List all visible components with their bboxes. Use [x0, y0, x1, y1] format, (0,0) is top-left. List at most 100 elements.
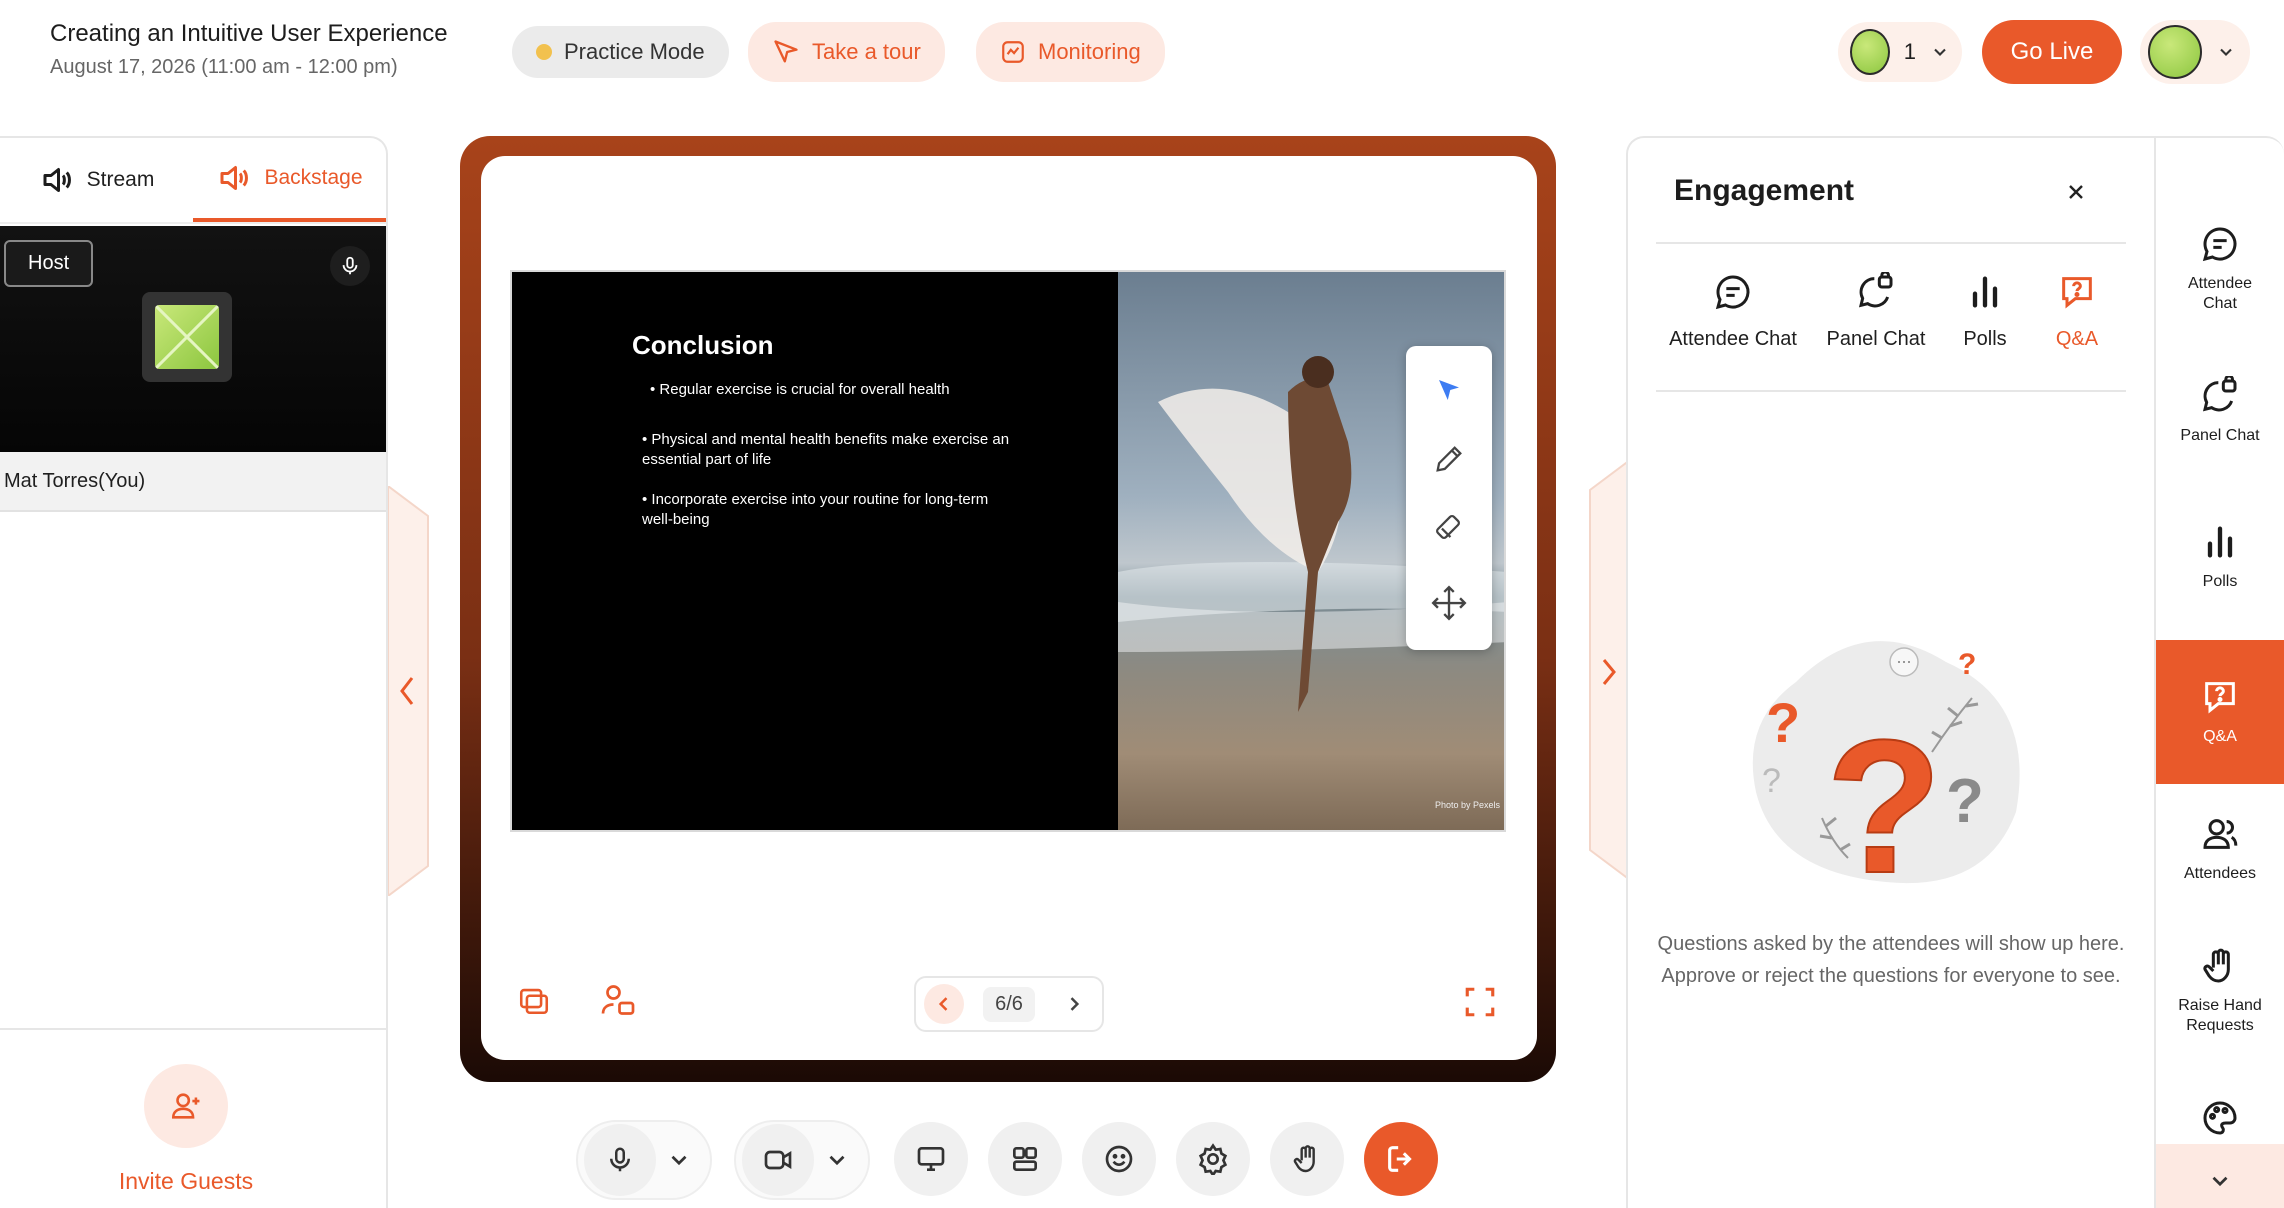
tab-backstage[interactable]: Backstage	[193, 138, 386, 222]
invite-guests-button[interactable]	[144, 1064, 228, 1148]
polls-icon	[2200, 522, 2240, 562]
monitoring-button[interactable]: Monitoring	[976, 22, 1165, 82]
rail-scroll-down[interactable]	[2156, 1144, 2284, 1208]
tab-backstage-label: Backstage	[264, 166, 363, 189]
cursor-arrow-icon	[772, 38, 800, 66]
qa-icon	[2200, 677, 2240, 717]
close-icon[interactable]	[2064, 180, 2088, 204]
emoji-button[interactable]	[1082, 1122, 1156, 1196]
pencil-icon[interactable]	[1432, 442, 1466, 476]
page-indicator: 6/6	[983, 986, 1035, 1022]
svg-text:?: ?	[1762, 762, 1781, 800]
collapse-right-handle[interactable]	[1588, 460, 1630, 880]
annotation-toolbar	[1406, 346, 1492, 650]
presentation-slide: Conclusion • Regular exercise is crucial…	[510, 270, 1506, 832]
mic-button[interactable]	[584, 1124, 656, 1196]
move-icon[interactable]	[1430, 584, 1468, 622]
monitoring-icon	[1000, 39, 1026, 65]
next-slide-button[interactable]	[1054, 984, 1094, 1024]
backstage-panel: Stream Backstage Host Mat Torres(You) In…	[0, 136, 388, 1208]
settings-button[interactable]	[1176, 1122, 1250, 1196]
rail-item-qa[interactable]: Q&A	[2156, 640, 2284, 784]
slide-bullet: • Regular exercise is crucial for overal…	[650, 381, 950, 398]
user-menu[interactable]	[2140, 20, 2250, 84]
questions-illustration: ? ? ? ? ?	[1736, 622, 2036, 902]
mic-icon[interactable]	[330, 246, 370, 286]
pointer-icon[interactable]	[1434, 375, 1464, 405]
chat-bubble-icon	[1713, 272, 1753, 312]
tab-polls-label: Polls	[1963, 328, 2007, 350]
panel-chat-icon	[1856, 272, 1896, 312]
rail-item-label: Panel Chat	[2180, 427, 2260, 444]
divider	[1656, 390, 2126, 392]
tab-panel-chat-label: Panel Chat	[1826, 328, 1926, 350]
rail-item-raise-hand[interactable]: Raise Hand Requests	[2156, 946, 2284, 1036]
tab-polls[interactable]: Polls	[1950, 272, 2020, 351]
slide-pager: 6/6	[914, 976, 1104, 1032]
chevron-down-icon[interactable]	[666, 1147, 692, 1173]
rail-item-label: Raise Hand Requests	[2178, 997, 2262, 1034]
invite-guests-label[interactable]: Invite Guests	[0, 1168, 372, 1195]
rail-item-label: Attendees	[2183, 865, 2257, 882]
collapse-left-handle[interactable]	[388, 486, 430, 896]
event-title: Creating an Intuitive User Experience	[50, 20, 448, 47]
leave-button[interactable]	[1364, 1122, 1438, 1196]
engagement-panel: Engagement Attendee Chat Panel Chat Poll…	[1626, 136, 2154, 1208]
prev-slide-button[interactable]	[924, 984, 964, 1024]
svg-text:?: ?	[1826, 701, 1942, 902]
divider	[1656, 242, 2126, 244]
rail-item-label: Polls	[2202, 573, 2238, 590]
tab-qa[interactable]: Q&A	[2042, 272, 2112, 351]
monitoring-label: Monitoring	[1038, 39, 1141, 64]
panel-chat-icon	[2200, 376, 2240, 416]
right-rail: Attendee Chat Panel Chat Polls Q&A Atten…	[2154, 136, 2284, 1208]
slide-bullet: • Physical and mental health benefits ma…	[642, 431, 1010, 468]
chevron-down-icon[interactable]	[824, 1147, 850, 1173]
host-video-tile[interactable]: Host	[0, 226, 386, 452]
chevron-down-icon	[2212, 1176, 2228, 1187]
rail-item-label: Attendee Chat	[2187, 275, 2253, 312]
rail-item-attendees[interactable]: Attendees	[2156, 814, 2284, 884]
host-label: Host	[4, 240, 94, 287]
avatar	[1850, 29, 1890, 75]
camera-control-group	[734, 1120, 870, 1200]
eraser-icon[interactable]	[1432, 513, 1466, 547]
chat-bubble-icon	[2200, 224, 2240, 264]
slide-bullet: • Incorporate exercise into your routine…	[642, 491, 989, 528]
host-name: Mat Torres(You)	[0, 452, 386, 512]
speaker-icon	[39, 162, 75, 198]
rail-item-attendee-chat[interactable]: Attendee Chat	[2156, 224, 2284, 314]
tab-stream[interactable]: Stream	[0, 138, 193, 222]
host-avatar	[142, 292, 232, 382]
rail-item-palette[interactable]	[2156, 1098, 2284, 1138]
tab-qa-label: Q&A	[2055, 328, 2099, 350]
tab-panel-chat[interactable]: Panel Chat	[1816, 272, 1936, 351]
photo-credit: Photo by Pexels	[1434, 800, 1500, 810]
take-tour-label: Take a tour	[812, 39, 921, 64]
status-dot-icon	[536, 44, 552, 60]
practice-mode-badge: Practice Mode	[512, 26, 729, 78]
practice-mode-label: Practice Mode	[564, 39, 705, 64]
layout-button[interactable]	[988, 1122, 1062, 1196]
take-tour-button[interactable]: Take a tour	[748, 22, 945, 82]
svg-text:?: ?	[1946, 767, 1984, 836]
attendee-count-dropdown[interactable]: 1	[1838, 22, 1962, 82]
fullscreen-icon[interactable]	[1460, 982, 1500, 1022]
speaker-icon	[216, 160, 252, 196]
slides-icon[interactable]	[514, 980, 554, 1020]
rail-item-polls[interactable]: Polls	[2156, 522, 2284, 592]
tab-attendee-chat-label: Attendee Chat	[1669, 328, 1797, 350]
presenter-icon[interactable]	[598, 980, 638, 1020]
screen-share-button[interactable]	[894, 1122, 968, 1196]
camera-button[interactable]	[742, 1124, 814, 1196]
chevron-down-icon	[2216, 42, 2236, 62]
tab-stream-label: Stream	[86, 168, 155, 191]
chevron-down-icon	[1930, 42, 1950, 62]
event-date: August 17, 2026 (11:00 am - 12:00 pm)	[50, 56, 398, 78]
rail-item-label: Q&A	[2203, 728, 2237, 745]
tab-attendee-chat[interactable]: Attendee Chat	[1662, 272, 1804, 351]
go-live-button[interactable]: Go Live	[1982, 20, 2122, 84]
svg-text:?: ?	[1958, 648, 1976, 681]
rail-item-panel-chat[interactable]: Panel Chat	[2156, 376, 2284, 446]
raise-hand-button[interactable]	[1270, 1122, 1344, 1196]
